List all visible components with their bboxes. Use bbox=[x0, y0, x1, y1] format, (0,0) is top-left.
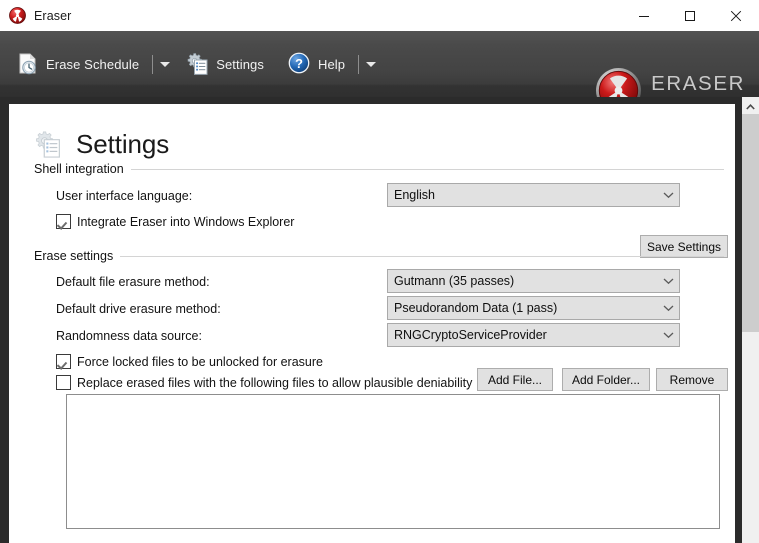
scrollbar-up-button[interactable] bbox=[742, 97, 759, 114]
vertical-scrollbar[interactable] bbox=[742, 97, 759, 543]
schedule-clock-document-icon bbox=[16, 52, 40, 76]
group-divider bbox=[120, 255, 724, 257]
content-frame: Settings Save Settings Shell integration… bbox=[0, 97, 759, 543]
main-toolbar: Erase Schedule Settings ? Help ERASER bbox=[0, 31, 759, 97]
group-erase-settings: Erase settings bbox=[34, 249, 724, 263]
toolbar-items: Erase Schedule Settings ? Help bbox=[10, 31, 380, 97]
toolbar-separator bbox=[358, 54, 360, 74]
checkbox-label-integrate-explorer: Integrate Eraser into Windows Explorer bbox=[77, 214, 295, 229]
eraser-brand: ERASER 6.2 bbox=[595, 67, 745, 97]
checkbox-box bbox=[56, 214, 71, 229]
title-bar-left: Eraser bbox=[0, 7, 71, 24]
combo-randomness-source[interactable]: RNGCryptoServiceProvider bbox=[387, 323, 680, 347]
title-bar: Eraser bbox=[0, 0, 759, 31]
window-controls bbox=[621, 0, 759, 31]
chevron-down-icon bbox=[657, 331, 679, 339]
toolbar-separator bbox=[152, 54, 154, 74]
brand-name: ERASER bbox=[651, 71, 745, 95]
eraser-radiation-logo-icon bbox=[9, 7, 26, 24]
maximize-button[interactable] bbox=[667, 0, 713, 31]
remove-button[interactable]: Remove bbox=[656, 368, 728, 391]
settings-gear-list-icon bbox=[34, 130, 63, 159]
checkbox-force-unlock[interactable]: Force locked files to be unlocked for er… bbox=[56, 354, 323, 369]
label-default-drive-method: Default drive erasure method: bbox=[56, 302, 221, 316]
toolbar-label-erase-schedule: Erase Schedule bbox=[46, 56, 140, 72]
combo-value-ui-language: English bbox=[394, 188, 435, 202]
page-header: Settings bbox=[34, 129, 169, 160]
scrollbar-thumb[interactable] bbox=[742, 114, 759, 332]
replacement-files-list[interactable] bbox=[66, 394, 720, 529]
brand-text: ERASER 6.2 bbox=[651, 71, 745, 97]
add-folder-button[interactable]: Add Folder... bbox=[562, 368, 650, 391]
label-default-file-method: Default file erasure method: bbox=[56, 275, 210, 289]
group-shell-integration: Shell integration bbox=[34, 162, 724, 176]
checkbox-box bbox=[56, 354, 71, 369]
combo-value-default-file-method: Gutmann (35 passes) bbox=[394, 274, 515, 288]
window-title: Eraser bbox=[34, 8, 72, 23]
page-title: Settings bbox=[76, 129, 170, 159]
combo-default-file-method[interactable]: Gutmann (35 passes) bbox=[387, 269, 680, 293]
help-question-icon: ? bbox=[288, 52, 312, 76]
minimize-button[interactable] bbox=[621, 0, 667, 31]
chevron-down-icon bbox=[366, 61, 377, 67]
settings-page: Settings Save Settings Shell integration… bbox=[9, 104, 735, 543]
chevron-down-icon bbox=[657, 191, 679, 199]
checkbox-label-force-unlock: Force locked files to be unlocked for er… bbox=[77, 354, 323, 369]
settings-gear-list-icon bbox=[186, 52, 210, 76]
label-randomness-source: Randomness data source: bbox=[56, 329, 202, 343]
toolbar-label-help: Help bbox=[317, 56, 346, 72]
group-title-shell-integration: Shell integration bbox=[34, 162, 124, 176]
checkbox-label-plausible-deniability: Replace erased files with the following … bbox=[77, 375, 473, 390]
toolbar-dropdown-help[interactable] bbox=[351, 54, 380, 74]
group-divider bbox=[130, 168, 724, 170]
toolbar-label-settings: Settings bbox=[216, 56, 264, 72]
chevron-up-icon bbox=[746, 97, 755, 115]
chevron-down-icon bbox=[657, 277, 679, 285]
chevron-down-icon bbox=[160, 61, 171, 67]
svg-text:?: ? bbox=[295, 56, 303, 71]
toolbar-button-help[interactable]: ? Help bbox=[282, 48, 351, 80]
label-ui-language: User interface language: bbox=[56, 189, 193, 203]
checkbox-box bbox=[56, 375, 71, 390]
close-button[interactable] bbox=[713, 0, 759, 31]
combo-default-drive-method[interactable]: Pseudorandom Data (1 pass) bbox=[387, 296, 680, 320]
checkbox-integrate-explorer[interactable]: Integrate Eraser into Windows Explorer bbox=[56, 214, 294, 229]
toolbar-dropdown-erase-schedule[interactable] bbox=[145, 54, 174, 74]
combo-value-default-drive-method: Pseudorandom Data (1 pass) bbox=[394, 301, 558, 315]
toolbar-button-erase-schedule[interactable]: Erase Schedule bbox=[10, 48, 145, 80]
chevron-down-icon bbox=[657, 304, 679, 312]
checkbox-plausible-deniability[interactable]: Replace erased files with the following … bbox=[56, 375, 472, 390]
eraser-main-window: Eraser Erase Schedule Settings ? Help ER… bbox=[0, 0, 759, 543]
toolbar-button-settings[interactable]: Settings bbox=[180, 48, 270, 80]
combo-value-randomness-source: RNGCryptoServiceProvider bbox=[394, 328, 547, 342]
group-title-erase-settings: Erase settings bbox=[34, 249, 114, 263]
add-file-button[interactable]: Add File... bbox=[477, 368, 553, 391]
eraser-radiation-logo-icon bbox=[595, 67, 642, 97]
combo-ui-language[interactable]: English bbox=[387, 183, 680, 207]
